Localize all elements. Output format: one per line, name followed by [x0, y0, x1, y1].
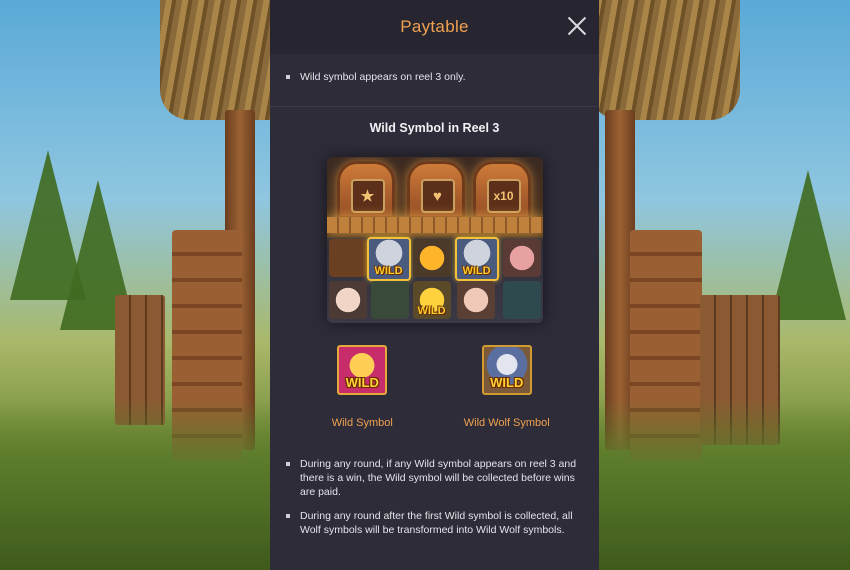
- bullet-item: During any round after the first Wild sy…: [286, 509, 585, 537]
- bottom-bullet-list: During any round, if any Wild symbol app…: [270, 457, 599, 537]
- wild-symbol: WILD Wild Symbol: [292, 345, 432, 429]
- plank-divider: [326, 217, 543, 233]
- panel-title: Paytable: [400, 17, 469, 36]
- top-bullet-list: Wild symbol appears on reel 3 only.: [270, 58, 599, 107]
- wild-symbol-label: Wild Symbol: [331, 417, 393, 429]
- pig-gold-symbol: WILD: [412, 281, 451, 319]
- pig-symbol: [502, 239, 541, 277]
- wild-pig-icon: WILD: [337, 345, 388, 395]
- wild-wolf-reel-symbol: WILD: [366, 237, 411, 281]
- pine-tree-right: [770, 170, 846, 320]
- panel-header: Paytable: [270, 0, 599, 54]
- multiplier-badge: x10: [486, 179, 521, 213]
- coin-symbol: [412, 239, 451, 277]
- door-icon: ★: [350, 179, 385, 213]
- bullet-item: Wild symbol appears on reel 3 only.: [286, 70, 585, 84]
- wild-wolf-symbol: WILD Wild Wolf Symbol: [437, 345, 577, 429]
- paytable-panel: Paytable Wild symbol appears on reel 3 o…: [270, 0, 599, 570]
- hut-symbol-left: ★: [336, 161, 395, 219]
- bullet-item: During any round, if any Wild symbol app…: [286, 457, 585, 499]
- hut-roof-right: [590, 0, 740, 120]
- section-title: Wild Symbol in Reel 3: [369, 121, 500, 135]
- wild-wolf-symbol-label: Wild Wolf Symbol: [463, 417, 550, 429]
- close-icon[interactable]: [567, 16, 587, 36]
- wild-wolf-reel-symbol-2: WILD: [454, 237, 499, 281]
- card-suits-icon: ♥: [420, 179, 455, 213]
- gem-symbol: [502, 281, 541, 319]
- wild-wolf-icon: WILD: [481, 345, 532, 395]
- symbols-row: WILD Wild Symbol WILD Wild Wolf Symbol: [270, 345, 599, 429]
- wood-symbol: [370, 281, 409, 319]
- crate-symbol: [328, 239, 367, 277]
- hut-symbol-right: x10: [472, 161, 531, 219]
- pig-symbol-2: [328, 281, 367, 319]
- reel-illustration: ★ ♥ x10 WILD WILD WILD: [326, 157, 543, 323]
- pig-symbol-3: [456, 281, 495, 319]
- hut-symbol-middle: ♥: [406, 161, 465, 219]
